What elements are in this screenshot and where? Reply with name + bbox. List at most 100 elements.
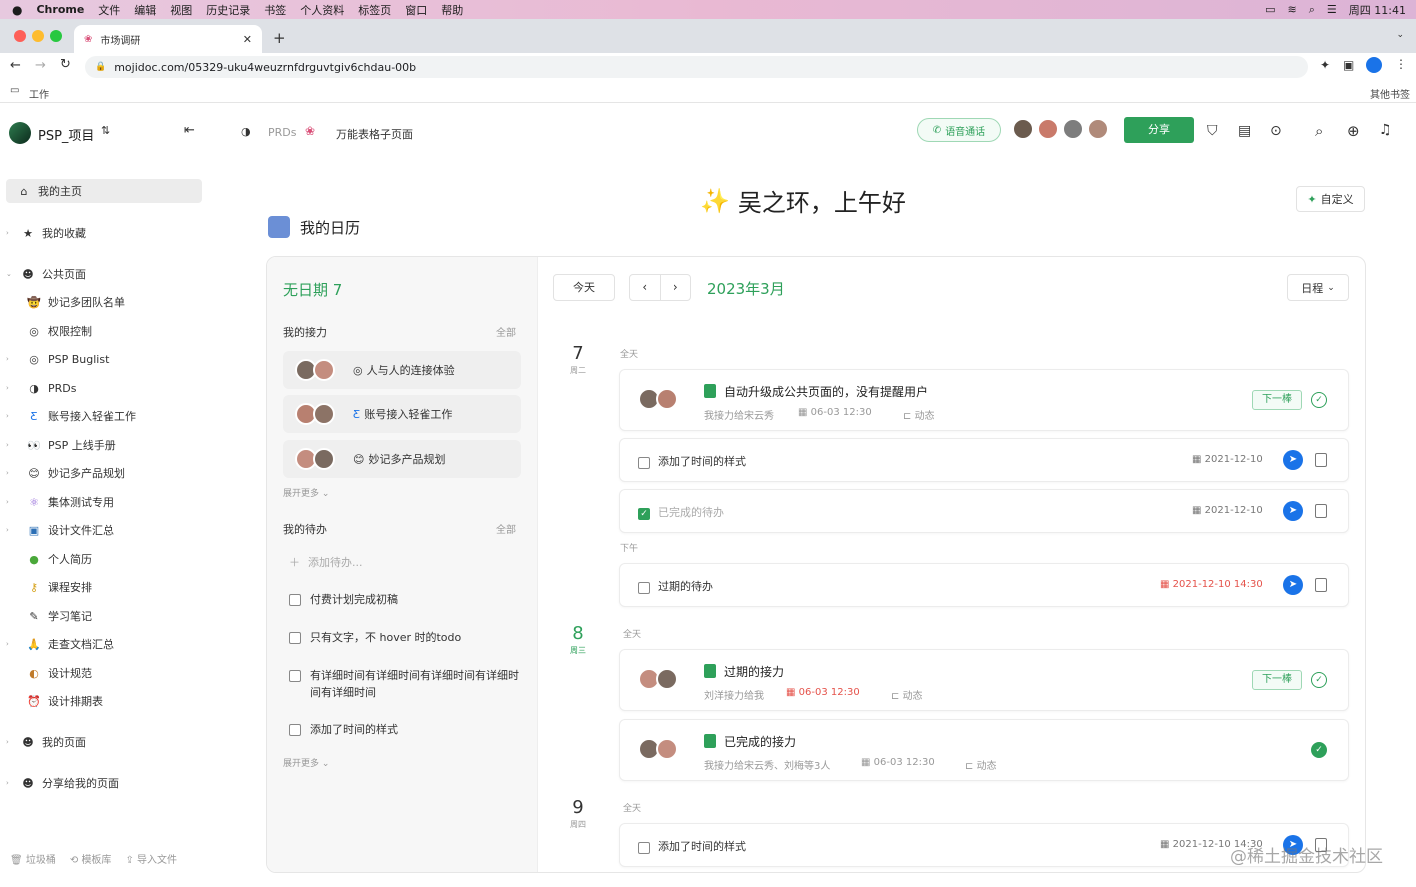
- caret-icon[interactable]: ›: [6, 738, 16, 746]
- menu-edit[interactable]: 编辑: [134, 2, 156, 18]
- menu-window[interactable]: 窗口: [405, 2, 427, 18]
- page-link-icon[interactable]: [1315, 504, 1327, 518]
- sidebar-item-home[interactable]: ⌂ 我的主页: [6, 179, 202, 203]
- voice-call-button[interactable]: ✆ 语音通话: [917, 118, 1001, 142]
- todo-checkbox[interactable]: [638, 842, 650, 854]
- next-month-icon[interactable]: ›: [661, 275, 691, 300]
- relay-event-card[interactable]: 自动升级成公共页面的，没有提醒用户 我接力给宋云秀 ▦ 06-03 12:30 …: [619, 369, 1349, 431]
- caret-icon[interactable]: ›: [6, 526, 16, 534]
- caret-icon[interactable]: ›: [6, 779, 16, 787]
- sidebar-item-prds[interactable]: › ◑ PRDs: [0, 376, 218, 400]
- close-tab-icon[interactable]: ✕: [243, 33, 252, 46]
- minimize-window-icon[interactable]: [32, 30, 44, 42]
- page-link-icon[interactable]: [1315, 453, 1327, 467]
- sidebar-item-schedule[interactable]: ⏰ 设计排期表: [0, 689, 218, 713]
- todo-checkbox[interactable]: [289, 670, 301, 682]
- apple-icon[interactable]: ●: [12, 3, 22, 17]
- todo-checkbox[interactable]: [289, 594, 301, 606]
- breadcrumb-prds[interactable]: PRDs: [268, 126, 296, 139]
- assignee-avatar[interactable]: ➤: [1283, 450, 1303, 470]
- control-center-icon[interactable]: ☰: [1327, 3, 1337, 16]
- caret-icon[interactable]: ›: [6, 384, 16, 392]
- template-button[interactable]: ⟲ 模板库: [70, 851, 112, 866]
- relay-expand-more[interactable]: 展开更多 ⌄: [283, 486, 329, 499]
- close-window-icon[interactable]: [14, 30, 26, 42]
- search-icon[interactable]: ⌕: [1315, 122, 1323, 140]
- present-icon[interactable]: ⛉: [1207, 123, 1218, 139]
- menu-history[interactable]: 历史记录: [206, 2, 250, 18]
- todo-all-link[interactable]: 全部: [496, 521, 516, 536]
- todo-expand-more[interactable]: 展开更多 ⌄: [283, 756, 329, 769]
- relay-event-card-overdue[interactable]: 过期的接力 刘洋接力给我 ▦ 06-03 12:30 ⊏ 动态 下一棒 ✓: [619, 649, 1349, 711]
- event-dynamic-link[interactable]: ⊏ 动态: [965, 757, 997, 772]
- more-icon[interactable]: ⊙: [1270, 123, 1282, 139]
- menu-bookmarks[interactable]: 书签: [264, 2, 286, 18]
- collaborator-avatars[interactable]: [1013, 119, 1113, 143]
- event-dynamic-link[interactable]: ⊏ 动态: [891, 687, 923, 702]
- sidebar-item-permissions[interactable]: ◎ 权限控制: [0, 319, 218, 343]
- today-button[interactable]: 今天: [553, 274, 615, 301]
- sidebar-item-testing[interactable]: › ⚛ 集体测试专用: [0, 490, 218, 514]
- relay-all-link[interactable]: 全部: [496, 324, 516, 339]
- prev-month-icon[interactable]: ‹: [630, 275, 661, 300]
- sidebar-item-notes[interactable]: ✎ 学习笔记: [0, 604, 218, 628]
- profile-avatar[interactable]: [1366, 57, 1382, 73]
- menu-help[interactable]: 帮助: [441, 2, 463, 18]
- back-icon[interactable]: ←: [10, 58, 21, 73]
- caret-icon[interactable]: ›: [6, 469, 16, 477]
- workspace-name[interactable]: PSP_项目: [38, 125, 94, 144]
- sidebar-item-review[interactable]: › 🙏 走查文档汇总: [0, 632, 218, 656]
- menu-profile[interactable]: 个人资料: [300, 2, 344, 18]
- caret-icon[interactable]: ⌄: [6, 270, 16, 278]
- assignee-avatar[interactable]: ➤: [1283, 501, 1303, 521]
- menu-file[interactable]: 文件: [98, 2, 120, 18]
- extensions-icon[interactable]: ✦: [1320, 58, 1330, 72]
- todo-checkbox[interactable]: [638, 582, 650, 594]
- reload-icon[interactable]: ↻: [60, 57, 71, 72]
- caret-icon[interactable]: ›: [6, 412, 16, 420]
- breadcrumb-current[interactable]: 万能表格子页面: [336, 126, 413, 142]
- trash-button[interactable]: 🗑 垃圾桶: [10, 851, 56, 866]
- todo-checkbox[interactable]: [638, 457, 650, 469]
- view-select[interactable]: 日程 ⌄: [1287, 274, 1349, 301]
- sidebar-item-buglist[interactable]: › ◎ PSP Buglist: [0, 347, 218, 371]
- sidebar-item-account[interactable]: › Ƹ 账号接入轻雀工作: [0, 404, 218, 428]
- todo-event-card-done[interactable]: ✓ 已完成的待办 ▦ 2021-12-10 ➤: [619, 489, 1349, 533]
- next-relay-button[interactable]: 下一棒: [1252, 390, 1302, 410]
- search-icon[interactable]: ⌕: [1309, 3, 1315, 17]
- menu-dots-icon[interactable]: ⋮: [1395, 57, 1407, 71]
- tab-search-icon[interactable]: ⌄: [1396, 30, 1404, 40]
- clock[interactable]: 周四 11:41: [1349, 2, 1406, 18]
- zoom-window-icon[interactable]: [50, 30, 62, 42]
- menu-view[interactable]: 视图: [170, 2, 192, 18]
- workspace-switch-icon[interactable]: ⇅: [101, 124, 110, 137]
- menu-chrome[interactable]: Chrome: [36, 3, 84, 16]
- todo-checkbox[interactable]: [289, 724, 301, 736]
- caret-icon[interactable]: ›: [6, 355, 16, 363]
- caret-icon[interactable]: ›: [6, 498, 16, 506]
- sidebar-item-launch[interactable]: › 👀 PSP 上线手册: [0, 433, 218, 457]
- todo-item[interactable]: 只有文字，不 hover 时的todo: [289, 629, 461, 646]
- sidebar-item-design-spec[interactable]: ◐ 设计规范: [0, 661, 218, 685]
- share-button[interactable]: 分享: [1124, 117, 1194, 143]
- relay-event-card-done[interactable]: 已完成的接力 我接力给宋云秀、刘梅等3人 ▦ 06-03 12:30 ⊏ 动态 …: [619, 719, 1349, 781]
- wifi-icon[interactable]: ≋: [1288, 3, 1297, 16]
- new-tab-icon[interactable]: +: [273, 29, 286, 47]
- battery-icon[interactable]: ▭: [1265, 3, 1275, 16]
- relay-item[interactable]: Ƹ 账号接入轻雀工作: [283, 395, 521, 433]
- todo-event-card-overdue[interactable]: 过期的待办 ▦ 2021-12-10 14:30 ➤: [619, 563, 1349, 607]
- sidebar-item-public[interactable]: ⌄ ☻ 公共页面: [0, 262, 218, 286]
- bookmark-work[interactable]: 工作: [29, 86, 49, 101]
- caret-icon[interactable]: ›: [6, 640, 16, 648]
- add-todo-input[interactable]: ＋ 添加待办...: [289, 554, 363, 570]
- sidebar-item-my-pages[interactable]: › ☻ 我的页面: [0, 730, 218, 754]
- sidebar-item-team-list[interactable]: 🤠 妙记多团队名单: [0, 290, 218, 314]
- todo-checkbox-checked[interactable]: ✓: [638, 508, 650, 520]
- sidebar-item-design-files[interactable]: › ▣ 设计文件汇总: [0, 518, 218, 542]
- event-dynamic-link[interactable]: ⊏ 动态: [903, 407, 935, 422]
- sidepanel-icon[interactable]: ▣: [1343, 58, 1354, 72]
- collapse-sidebar-icon[interactable]: ⇤: [184, 123, 195, 138]
- todo-checkbox[interactable]: [289, 632, 301, 644]
- forward-icon[interactable]: →: [35, 58, 46, 73]
- sidebar-item-resume[interactable]: ● 个人简历: [0, 547, 218, 571]
